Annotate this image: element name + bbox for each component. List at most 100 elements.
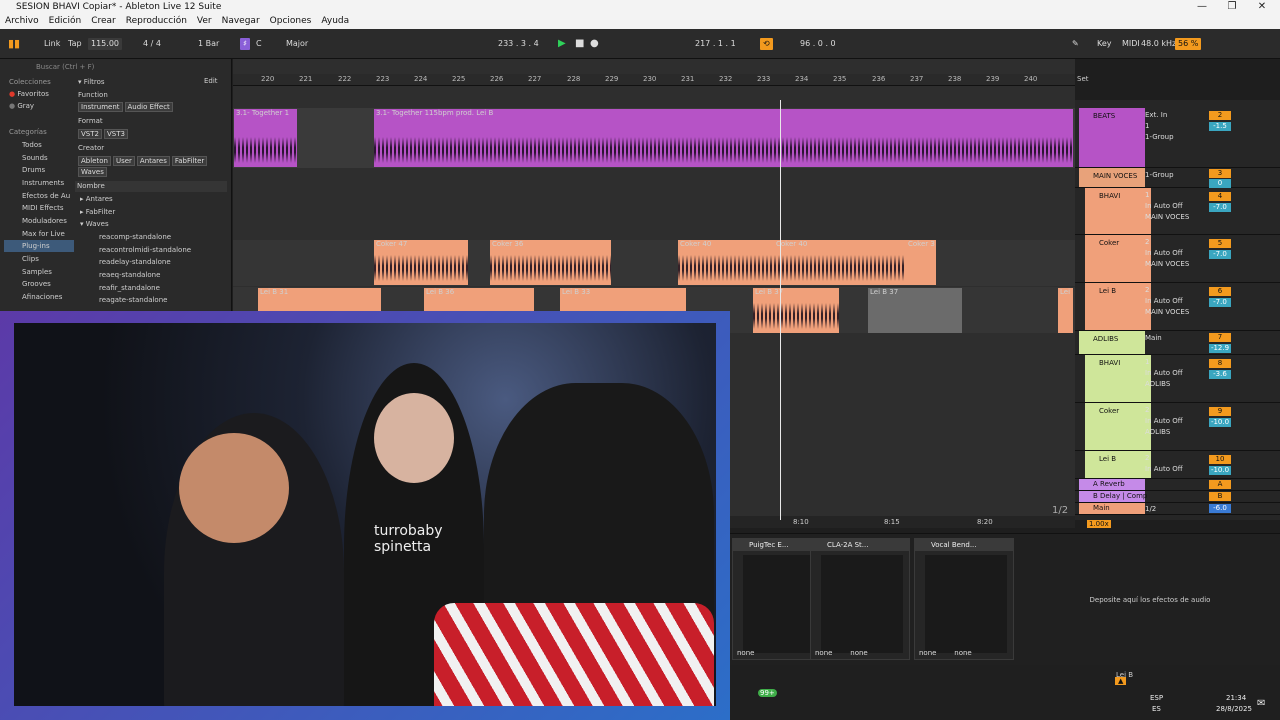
track-coker[interactable]: Coker 2 In Auto Off MAIN VOCES 5 -7.0 — [1075, 235, 1280, 283]
plugin-item[interactable]: reagate-standalone — [99, 296, 167, 304]
category-todos[interactable]: Todos — [22, 141, 42, 149]
audio-clip[interactable]: Lei B 37 — [753, 288, 839, 333]
category-clips[interactable]: Clips — [22, 255, 39, 263]
collection-gray[interactable]: ● Gray — [9, 102, 34, 110]
menu-crear[interactable]: Crear — [86, 14, 121, 29]
track-bhavi[interactable]: BHAVI 1 In Auto Off MAIN VOCES 4 -7.0 — [1075, 188, 1280, 235]
menu-edicion[interactable]: Edición — [44, 14, 87, 29]
lane-coker[interactable] — [233, 240, 1075, 286]
midi-map-button[interactable]: MIDI — [1122, 29, 1140, 59]
tap-button[interactable]: Tap — [68, 29, 82, 59]
audio-clip[interactable]: Lei B 33 — [560, 288, 686, 312]
loop-start-field[interactable]: 217 . 1 . 1 — [695, 29, 736, 59]
close-button[interactable]: ✕ — [1247, 0, 1277, 14]
plugin-item[interactable]: readelay-standalone — [99, 258, 171, 266]
track-main[interactable]: Main 1/2 -6.0 — [1075, 503, 1280, 515]
play-icon[interactable]: ▶ — [558, 29, 566, 59]
filters-toggle[interactable]: ▾ Filtros — [78, 78, 105, 86]
edit-filters-button[interactable]: Edit — [204, 77, 218, 85]
lang-bottom[interactable]: ES — [1152, 705, 1161, 713]
plugin-item[interactable]: reaeq-standalone — [99, 271, 160, 279]
loop-icon[interactable]: ⟲ — [760, 38, 773, 50]
category-audio-effects[interactable]: Efectos de Au — [22, 192, 70, 200]
chip-waves[interactable]: Waves — [78, 167, 107, 177]
track-lei-b[interactable]: Lei B 2 In Auto Off MAIN VOCES 6 -7.0 — [1075, 283, 1280, 331]
chip-vst2[interactable]: VST2 — [78, 129, 102, 139]
menu-reproduccion[interactable]: Reproducción — [121, 14, 192, 29]
category-samples[interactable]: Samples — [22, 268, 52, 276]
menu-archivo[interactable]: Archivo — [0, 14, 44, 29]
category-drums[interactable]: Drums — [22, 166, 45, 174]
device-cla2a[interactable]: CLA-2A St... none none — [810, 538, 910, 660]
loop-length-field[interactable]: 96 . 0 . 0 — [800, 29, 836, 59]
audio-clip[interactable]: Lei B 36 — [424, 288, 534, 312]
plugin-item[interactable]: reafir_standalone — [99, 284, 160, 292]
device-vocal-bender[interactable]: Vocal Bend... none none — [914, 538, 1014, 660]
stop-icon[interactable]: ■ — [575, 29, 584, 59]
plugin-item[interactable]: reacontrolmidi-standalone — [99, 246, 191, 254]
audio-clip-muted[interactable]: Lei B 37 — [868, 288, 962, 333]
category-sounds[interactable]: Sounds — [22, 154, 48, 162]
chip-audio-effect[interactable]: Audio Effect — [124, 102, 173, 112]
audio-clip[interactable]: Coker 36 — [490, 240, 611, 285]
set-button[interactable]: Set — [1077, 75, 1089, 83]
menu-navegar[interactable]: Navegar — [217, 14, 265, 29]
track-b-delay[interactable]: B Delay | Comp B — [1075, 491, 1280, 503]
menu-opciones[interactable]: Opciones — [265, 14, 317, 29]
chip-user[interactable]: User — [112, 156, 135, 166]
quantization[interactable]: 1 Bar — [198, 29, 219, 59]
lang-top[interactable]: ESP — [1150, 694, 1163, 702]
menu-ver[interactable]: Ver — [192, 14, 217, 29]
notifications-icon[interactable]: ✉ — [1257, 698, 1265, 709]
plugin-item[interactable]: reacomp-standalone — [99, 233, 171, 241]
time-signature[interactable]: 4 / 4 — [143, 29, 161, 59]
audio-clip[interactable]: 3.1- Together 1 — [234, 109, 297, 167]
audio-clip[interactable]: Coker 47 — [374, 240, 468, 285]
format-filter[interactable]: Format — [78, 117, 103, 125]
search-input[interactable]: Buscar (Ctrl + F) — [36, 63, 94, 71]
track-adlibs-coker[interactable]: Coker 2 In Auto Off ADLIBS 9 -10.0 — [1075, 403, 1280, 451]
folder-antares[interactable]: ▸ Antares — [80, 195, 113, 203]
category-max-for-live[interactable]: Max for Live — [22, 230, 65, 238]
category-plugins[interactable]: Plug-ins — [4, 240, 74, 252]
maximize-button[interactable]: ❐ — [1217, 0, 1247, 14]
chip-antares[interactable]: Antares — [136, 156, 170, 166]
track-beats[interactable]: BEATS Ext. In 1 1-Group 2 -1.5 — [1075, 108, 1280, 168]
key-select[interactable]: C — [256, 29, 262, 59]
track-adlibs-lei-b[interactable]: Lei B 2 In Auto Off 10 -10.0 — [1075, 451, 1280, 479]
browser-toggle-icon[interactable]: ▮▮ — [8, 29, 20, 59]
chip-vst3[interactable]: VST3 — [103, 129, 128, 139]
clock-date[interactable]: 28/8/2025 — [1216, 705, 1252, 713]
audio-clip[interactable]: 3.1- Together 115bpm prod. Lei B — [374, 109, 1073, 167]
name-column-header[interactable]: Nombre — [75, 181, 227, 192]
category-grooves[interactable]: Grooves — [22, 280, 51, 288]
collection-favoritos[interactable]: ● Favoritos — [9, 90, 49, 98]
beat-ruler[interactable]: 220 221 222 223 224 225 226 227 228 229 … — [233, 74, 1075, 86]
category-modulators[interactable]: Moduladores — [22, 217, 67, 225]
menu-ayuda[interactable]: Ayuda — [316, 14, 354, 29]
folder-waves[interactable]: ▾ Waves — [80, 220, 109, 228]
chip-instrument[interactable]: Instrument — [78, 102, 123, 112]
category-midi-effects[interactable]: MIDI Effects — [22, 204, 64, 212]
track-adlibs-bhavi[interactable]: BHAVI 1 In Auto Off ADLIBS 8 -3.6 — [1075, 355, 1280, 403]
audio-clip[interactable]: Coker 3 — [906, 240, 936, 285]
category-tunings[interactable]: Afinaciones — [22, 293, 62, 301]
chip-ableton[interactable]: Ableton — [78, 156, 111, 166]
category-instruments[interactable]: Instruments — [22, 179, 64, 187]
key-map-button[interactable]: Key — [1097, 29, 1112, 59]
track-a-reverb[interactable]: A Reverb A — [1075, 479, 1280, 491]
drop-effects-hint[interactable]: Deposite aquí los efectos de audio — [1040, 596, 1260, 604]
scale-select[interactable]: Major — [286, 29, 308, 59]
creator-filter[interactable]: Creator — [78, 144, 104, 152]
link-button[interactable]: Link — [44, 29, 60, 59]
zoom-level[interactable]: 1.00x — [1087, 520, 1111, 528]
audio-clip[interactable]: Coker 40 — [774, 240, 906, 285]
position-field[interactable]: 233 . 3 . 4 — [498, 29, 539, 59]
minimize-button[interactable]: — — [1187, 0, 1217, 14]
audio-clip[interactable]: Lei B 31 — [258, 288, 381, 312]
folder-fabfilter[interactable]: ▸ FabFilter — [80, 208, 115, 216]
audio-clip[interactable]: Coker 40 — [678, 240, 774, 285]
clock-time[interactable]: 21:34 — [1226, 694, 1246, 702]
track-main-voces[interactable]: MAIN VOCES 1-Group 3 0 — [1075, 168, 1280, 188]
function-filter[interactable]: Function — [78, 91, 108, 99]
